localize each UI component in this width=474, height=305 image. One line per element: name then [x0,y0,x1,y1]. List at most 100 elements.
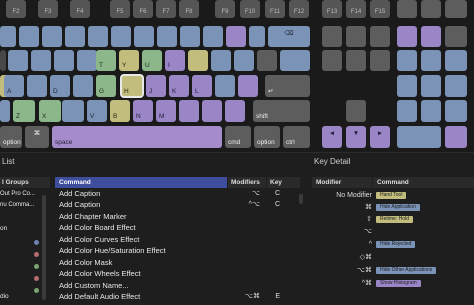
key-period[interactable] [202,100,222,122]
key-t[interactable]: T [96,50,116,71]
key-clear[interactable] [397,26,417,47]
key-u[interactable]: U [142,50,162,71]
command-row[interactable]: Add Color Wheels Effect [59,268,141,279]
key-f4[interactable]: F4 [70,0,90,18]
key-p[interactable] [211,50,231,71]
kd-row[interactable]: ^⌘ Show Histogram [314,278,474,290]
kd-row[interactable]: ◇⌘ [314,252,474,264]
key-column-header[interactable]: Key [267,177,300,188]
key-num-3[interactable] [445,100,467,122]
key-f18[interactable] [445,0,467,18]
key-s[interactable] [27,75,47,97]
key-home[interactable] [346,26,366,47]
command-row[interactable]: Add Default Audio Effect [59,291,140,302]
key-7[interactable] [134,26,154,47]
command-row[interactable]: Add Color Board Effect [59,222,136,233]
commands-scrollbar[interactable] [299,194,303,204]
key-num-2[interactable] [421,100,441,122]
key-1[interactable] [0,26,16,47]
key-h-selected[interactable]: H [120,74,144,98]
key-e[interactable] [54,50,74,71]
key-num-decimal[interactable] [445,126,467,148]
key-bracket-right[interactable] [257,50,277,71]
key-a[interactable]: A [4,75,24,97]
key-arrow-right[interactable]: ► [370,126,390,148]
key-9[interactable] [180,26,200,47]
kd-row[interactable]: ⇧ Retime: Hold [314,214,474,226]
key-shift-left[interactable] [0,100,10,122]
key-arrow-down[interactable]: ▼ [346,126,366,148]
kd-command-header[interactable]: Command [373,177,474,188]
key-f14[interactable]: F14 [346,0,366,18]
key-y[interactable]: Y [119,50,139,71]
key-x[interactable]: X [39,100,61,122]
kd-row[interactable]: ^ Hide Rejected [314,239,474,251]
key-5[interactable] [88,26,108,47]
key-num-5[interactable] [421,75,441,97]
key-i[interactable]: I [165,50,185,71]
key-f10[interactable]: F10 [240,0,260,18]
key-f8[interactable]: F8 [179,0,199,18]
key-f11[interactable]: F11 [265,0,285,18]
key-f15[interactable]: F15 [370,0,390,18]
key-num-4[interactable] [397,75,417,97]
key-d[interactable]: D [50,75,70,97]
key-backslash[interactable] [280,50,310,71]
key-num-divide[interactable] [445,26,467,47]
key-f2[interactable]: F2 [6,0,26,18]
key-pageup[interactable] [370,26,390,47]
key-help[interactable] [322,26,342,47]
key-z[interactable]: Z [13,100,35,122]
key-0[interactable] [203,26,223,47]
key-option-right[interactable]: option [254,126,280,148]
key-b[interactable]: B [110,100,130,122]
key-space[interactable]: space [52,126,222,148]
key-3[interactable] [42,26,62,47]
key-end[interactable] [346,50,366,71]
key-pagedown[interactable] [370,50,390,71]
key-f16[interactable] [397,0,417,18]
key-shift-right[interactable]: shift [253,100,310,122]
command-row[interactable]: Add Color Hue/Saturation Effect [59,245,166,256]
kd-row[interactable]: No Modifier Hand Tool [314,190,474,202]
key-q[interactable] [8,50,28,71]
key-f12[interactable]: F12 [289,0,309,18]
key-command-right[interactable]: cmd [225,126,251,148]
key-slash[interactable] [225,100,245,122]
key-l[interactable]: L [192,75,212,97]
key-quote[interactable] [238,75,258,97]
key-g[interactable]: G [96,75,116,97]
key-r[interactable] [77,50,97,71]
key-m[interactable]: M [156,100,176,122]
key-comma[interactable] [179,100,199,122]
key-num-1[interactable] [397,100,417,122]
key-c[interactable] [62,100,84,122]
key-f6[interactable]: F6 [133,0,153,18]
key-equals[interactable] [249,26,265,47]
kd-row[interactable]: ⌥ [314,226,474,238]
key-n[interactable]: N [133,100,153,122]
key-4[interactable] [65,26,85,47]
key-arrow-left[interactable]: ◄ [322,126,342,148]
kd-row[interactable]: ⌥⌘ Hide Other Applications [314,265,474,277]
command-row[interactable]: Add Custom Name... [59,280,129,291]
key-j[interactable]: J [146,75,166,97]
key-arrow-up[interactable] [346,100,366,122]
key-f5[interactable]: F5 [110,0,130,18]
key-num-9[interactable] [445,50,467,71]
command-row[interactable]: Add Chapter Marker [59,211,127,222]
modifiers-column-header[interactable]: Modifiers [228,177,266,188]
key-k[interactable]: K [169,75,189,97]
key-num-7[interactable] [397,50,417,71]
key-tab[interactable] [0,50,6,71]
key-semicolon[interactable] [215,75,235,97]
key-forward-delete[interactable] [322,50,342,71]
key-f3[interactable]: F3 [38,0,58,18]
kd-row[interactable]: ⌘ Hide Application [314,202,474,214]
groups-scrollbar[interactable] [42,195,46,300]
key-control-right[interactable]: ctrl [283,126,310,148]
key-num-equals[interactable] [421,26,441,47]
key-delete[interactable]: ⌫ [268,26,310,47]
key-f17[interactable] [421,0,441,18]
key-8[interactable] [157,26,177,47]
